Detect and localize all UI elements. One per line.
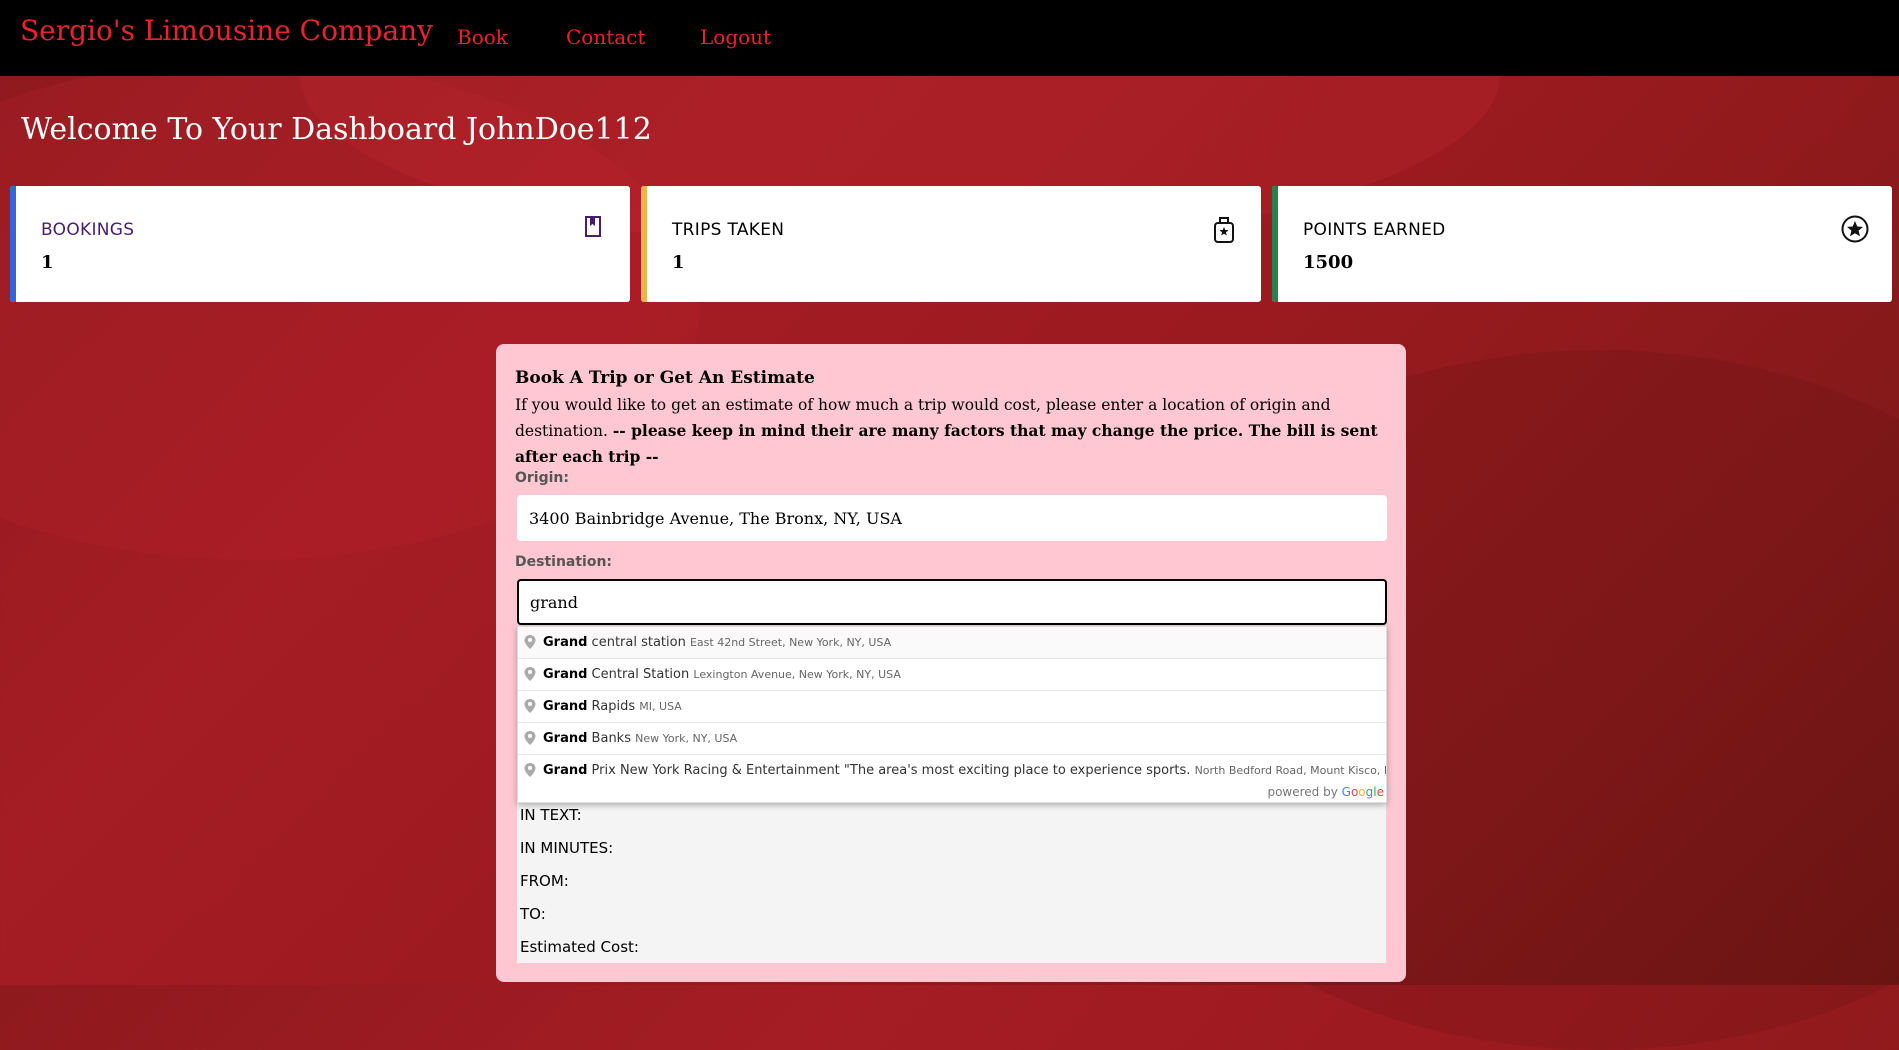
bookings-label: BOOKINGS: [41, 220, 135, 240]
autocomplete-main: central station: [587, 635, 686, 650]
autocomplete-main: Banks: [587, 731, 631, 746]
points-earned-value: 1500: [1303, 252, 1354, 273]
autocomplete-secondary: New York, NY, USA: [635, 732, 738, 745]
google-letter: G: [1341, 785, 1351, 799]
autocomplete-match: Grand: [543, 763, 588, 778]
origin-input[interactable]: [517, 495, 1387, 541]
card-accent-bar: [1272, 186, 1278, 302]
card-accent-bar: [641, 186, 647, 302]
destination-input[interactable]: [517, 579, 1387, 625]
nav-link-book[interactable]: Book: [457, 25, 508, 49]
points-earned-card: POINTS EARNED 1500: [1272, 186, 1892, 302]
autocomplete-match: Grand: [543, 699, 588, 714]
autocomplete-secondary: Lexington Avenue, New York, NY, USA: [693, 668, 901, 681]
powered-by-text: powered by: [1267, 785, 1338, 799]
powered-by-google: powered by Google: [1267, 785, 1384, 799]
map-pin-icon: [524, 763, 536, 777]
autocomplete-match: Grand: [543, 731, 588, 746]
autocomplete-main: Rapids: [587, 699, 636, 714]
autocomplete-secondary: MI, USA: [639, 700, 682, 713]
autocomplete-secondary: North Bedford Road, Mount Kisco, NY, USA: [1194, 764, 1386, 777]
star-circle-icon: [1841, 215, 1869, 243]
autocomplete-item[interactable]: Grand Rapids MI, USA: [518, 691, 1386, 723]
page-title: Welcome To Your Dashboard JohnDoe112: [21, 112, 652, 147]
autocomplete-item[interactable]: Grand Banks New York, NY, USA: [518, 723, 1386, 755]
google-logo: Google: [1342, 785, 1384, 799]
autocomplete-item[interactable]: Grand Central Station Lexington Avenue, …: [518, 659, 1386, 691]
trips-taken-value: 1: [672, 252, 685, 273]
bookings-value: 1: [41, 252, 54, 273]
result-in-minutes: IN MINUTES:: [520, 839, 614, 857]
panel-description-warning: -- please keep in mind their are many fa…: [515, 421, 1378, 466]
bookmark-book-icon: [585, 216, 601, 237]
autocomplete-secondary: East 42nd Street, New York, NY, USA: [689, 636, 892, 649]
nav-link-contact[interactable]: Contact: [566, 25, 645, 49]
autocomplete-dropdown: Grand central station East 42nd Street, …: [517, 626, 1387, 803]
result-estimated-cost: Estimated Cost:: [520, 938, 639, 956]
trips-taken-label: TRIPS TAKEN: [672, 220, 785, 240]
map-pin-icon: [524, 667, 536, 681]
bookings-card: BOOKINGS 1: [10, 186, 630, 302]
autocomplete-match: Grand: [543, 667, 588, 682]
result-from: FROM:: [520, 872, 569, 890]
result-in-text: IN TEXT:: [520, 806, 582, 824]
google-letter: e: [1376, 785, 1384, 799]
destination-label: Destination:: [515, 554, 613, 570]
luggage-icon: [1214, 217, 1234, 243]
nav-link-logout[interactable]: Logout: [700, 25, 771, 49]
points-earned-label: POINTS EARNED: [1303, 220, 1446, 240]
map-pin-icon: [524, 635, 536, 649]
autocomplete-main: Central Station: [587, 667, 690, 682]
map-pin-icon: [524, 699, 536, 713]
autocomplete-match: Grand: [543, 635, 588, 650]
brand-logo-text[interactable]: Sergio's Limousine Company: [20, 14, 433, 47]
map-pin-icon: [524, 731, 536, 745]
result-to: TO:: [520, 905, 546, 923]
panel-description: If you would like to get an estimate of …: [515, 393, 1385, 470]
trips-taken-card: TRIPS TAKEN 1: [641, 186, 1261, 302]
autocomplete-item[interactable]: Grand Prix New York Racing & Entertainme…: [518, 755, 1386, 786]
top-navbar: Sergio's Limousine Company Book Contact …: [0, 0, 1899, 76]
panel-title: Book A Trip or Get An Estimate: [515, 368, 815, 388]
card-accent-bar: [10, 186, 16, 302]
google-letter: o: [1358, 785, 1366, 799]
origin-label: Origin:: [515, 470, 569, 486]
autocomplete-main: Prix New York Racing & Entertainment "Th…: [587, 763, 1191, 778]
autocomplete-item[interactable]: Grand central station East 42nd Street, …: [518, 627, 1386, 659]
